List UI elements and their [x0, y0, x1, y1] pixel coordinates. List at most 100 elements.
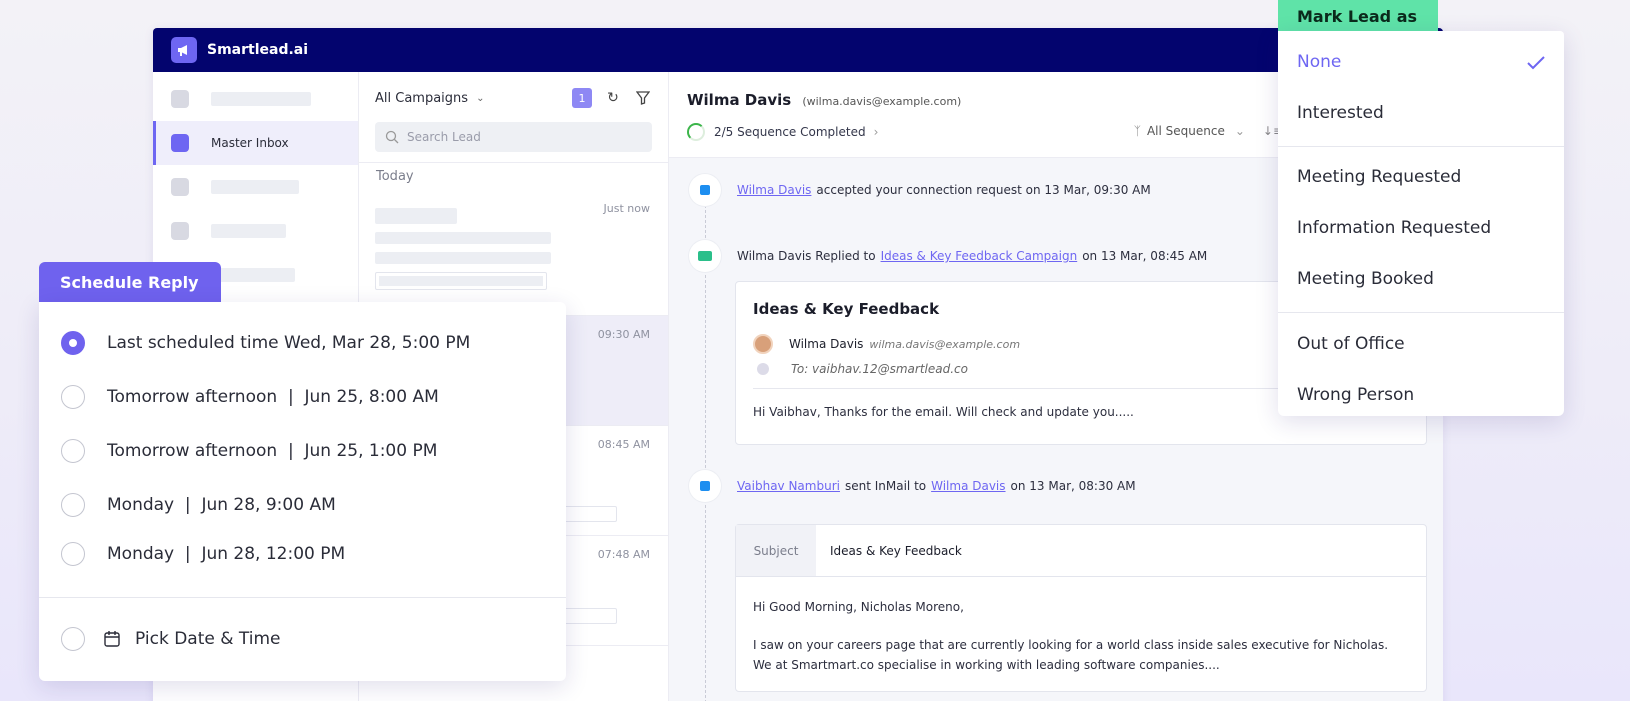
mark-option-out-of-office[interactable]: Out of Office: [1297, 334, 1405, 354]
schedule-option[interactable]: Tomorrow afternoon | Jun 25, 1:00 PM: [61, 439, 437, 463]
sidebar-item-placeholder: [211, 92, 311, 106]
top-bar: Smartlead.ai: [153, 28, 1443, 72]
mark-lead-title: Mark Lead as: [1278, 0, 1438, 32]
linkedin-icon: [689, 174, 721, 206]
progress-ring-icon: [687, 123, 705, 141]
search-placeholder: Search Lead: [407, 130, 481, 144]
skeleton-line: [375, 252, 551, 264]
chevron-down-icon: ⌄: [1234, 124, 1245, 138]
sidebar-item-placeholder: [211, 224, 286, 238]
radio[interactable]: [61, 439, 85, 463]
lead-name: Wilma Davis: [687, 91, 792, 109]
event-reply: Wilma Davis Replied to Ideas & Key Feedb…: [689, 240, 1207, 272]
sender-link[interactable]: Vaibhav Namburi: [737, 479, 840, 493]
lead-time: Just now: [603, 202, 650, 215]
mark-lead-dropdown: None Interested Meeting Requested Inform…: [1278, 31, 1564, 416]
skeleton-line: [559, 608, 617, 624]
megaphone-icon: [171, 90, 189, 108]
divider: [1278, 146, 1564, 147]
recipient-link[interactable]: Wilma Davis: [931, 479, 1005, 493]
search-icon: [385, 130, 399, 144]
refresh-icon[interactable]: ↻: [604, 89, 622, 107]
subject-label: Subject: [736, 525, 816, 576]
sequence-filter[interactable]: ᛉ All Sequence ⌄ ↓≡: [1134, 124, 1283, 138]
brand-name: Smartlead.ai: [207, 42, 309, 58]
inbox-icon: [171, 134, 189, 152]
mark-option-none[interactable]: None: [1297, 52, 1341, 72]
mark-option-wrong-person[interactable]: Wrong Person: [1297, 385, 1414, 405]
expand-icon[interactable]: [757, 363, 769, 375]
schedule-option[interactable]: Last scheduled time Wed, Mar 28, 5:00 PM: [61, 331, 470, 355]
email-reply-icon: [689, 240, 721, 272]
mark-option-meeting-requested[interactable]: Meeting Requested: [1297, 167, 1461, 187]
chevron-down-icon: ⌄: [476, 92, 485, 104]
filter-icon[interactable]: [634, 89, 652, 107]
lead-email: (wilma.davis@example.com): [802, 95, 962, 108]
event-connection-accepted: Wilma Davis accepted your connection req…: [689, 174, 1151, 206]
schedule-option-label: Tomorrow afternoon | Jun 25, 1:00 PM: [107, 441, 438, 461]
schedule-reply-popup: Last scheduled time Wed, Mar 28, 5:00 PM…: [39, 302, 566, 681]
sidebar-item-email[interactable]: [153, 165, 358, 209]
chevron-right-icon: ›: [873, 125, 879, 139]
mail-icon: [171, 178, 189, 196]
search-input[interactable]: Search Lead: [375, 122, 652, 152]
subject-value: Ideas & Key Feedback: [830, 543, 962, 558]
event-inmail: Vaibhav Namburi sent InMail to Wilma Dav…: [689, 470, 1136, 502]
sidebar-item-placeholder: [211, 268, 295, 282]
radio-selected[interactable]: [61, 331, 85, 355]
event-actor: Wilma Davis Replied to: [737, 249, 876, 263]
inmail-greeting: Hi Good Morning, Nicholas Moreno,: [753, 600, 964, 614]
sequence-progress-label: 2/5 Sequence Completed: [714, 125, 866, 139]
calendar-icon: [104, 631, 120, 647]
pick-date-time-option[interactable]: Pick Date & Time: [61, 627, 281, 651]
schedule-option[interactable]: Monday | Jun 28, 9:00 AM: [61, 493, 336, 517]
sidebar-item-label: Master Inbox: [211, 136, 289, 150]
campaign-filter-dropdown[interactable]: All Campaigns ⌄: [375, 91, 484, 106]
radio[interactable]: [61, 385, 85, 409]
mark-option-information-requested[interactable]: Information Requested: [1297, 218, 1491, 238]
lead-time: 08:45 AM: [597, 438, 650, 451]
event-text: sent InMail to: [844, 479, 927, 493]
sender-email: wilma.davis@example.com: [869, 337, 1021, 351]
sidebar-item-master-inbox[interactable]: Master Inbox: [153, 121, 358, 165]
divider: [39, 597, 566, 598]
unread-count-badge: 1: [572, 88, 592, 108]
sidebar-item-placeholder: [211, 180, 299, 194]
recipient: To: vaibhav.12@smartlead.co: [791, 362, 968, 376]
sequence-filter-label: All Sequence: [1146, 124, 1225, 138]
event-text: accepted your connection request on 13 M…: [816, 183, 1151, 197]
schedule-option-label: Monday | Jun 28, 9:00 AM: [107, 495, 336, 515]
event-text: on 13 Mar, 08:45 AM: [1082, 249, 1208, 263]
schedule-option[interactable]: Monday | Jun 28, 12:00 PM: [61, 542, 345, 566]
campaign-filter-label: All Campaigns: [375, 90, 469, 106]
lead-card[interactable]: Just now: [359, 190, 668, 316]
skeleton-line: [375, 208, 457, 224]
pick-date-time-label: Pick Date & Time: [135, 629, 281, 649]
lead-time: 09:30 AM: [597, 328, 650, 341]
group-label-today: Today: [376, 169, 414, 184]
skeleton-line: [375, 272, 547, 290]
divider: [1278, 312, 1564, 313]
schedule-option-label: Monday | Jun 28, 12:00 PM: [107, 544, 346, 564]
mark-option-meeting-booked[interactable]: Meeting Booked: [1297, 269, 1434, 289]
radio[interactable]: [61, 493, 85, 517]
skeleton-line: [375, 232, 551, 244]
lead-time: 07:48 AM: [597, 548, 650, 561]
branch-icon: ᛉ: [1133, 124, 1141, 138]
event-actor-link[interactable]: Wilma Davis: [737, 183, 811, 197]
radio[interactable]: [61, 542, 85, 566]
linkedin-icon: [689, 470, 721, 502]
campaign-link[interactable]: Ideas & Key Feedback Campaign: [881, 249, 1078, 263]
schedule-reply-title: Schedule Reply: [39, 262, 221, 303]
sidebar-item-campaigns[interactable]: [153, 77, 358, 121]
mark-option-interested[interactable]: Interested: [1297, 103, 1384, 123]
inmail-card[interactable]: Subject Ideas & Key Feedback Hi Good Mor…: [735, 524, 1427, 692]
inmail-body: I saw on your careers page that are curr…: [753, 638, 1389, 672]
sidebar-item-integrations[interactable]: [153, 209, 358, 253]
lead-list-header: All Campaigns ⌄ 1 ↻ Search Lead: [359, 72, 668, 163]
radio[interactable]: [61, 627, 85, 651]
sender-name: Wilma Davis: [789, 337, 864, 351]
schedule-option-label: Tomorrow afternoon | Jun 25, 8:00 AM: [107, 387, 439, 407]
puzzle-icon: [171, 222, 189, 240]
schedule-option[interactable]: Tomorrow afternoon | Jun 25, 8:00 AM: [61, 385, 439, 409]
